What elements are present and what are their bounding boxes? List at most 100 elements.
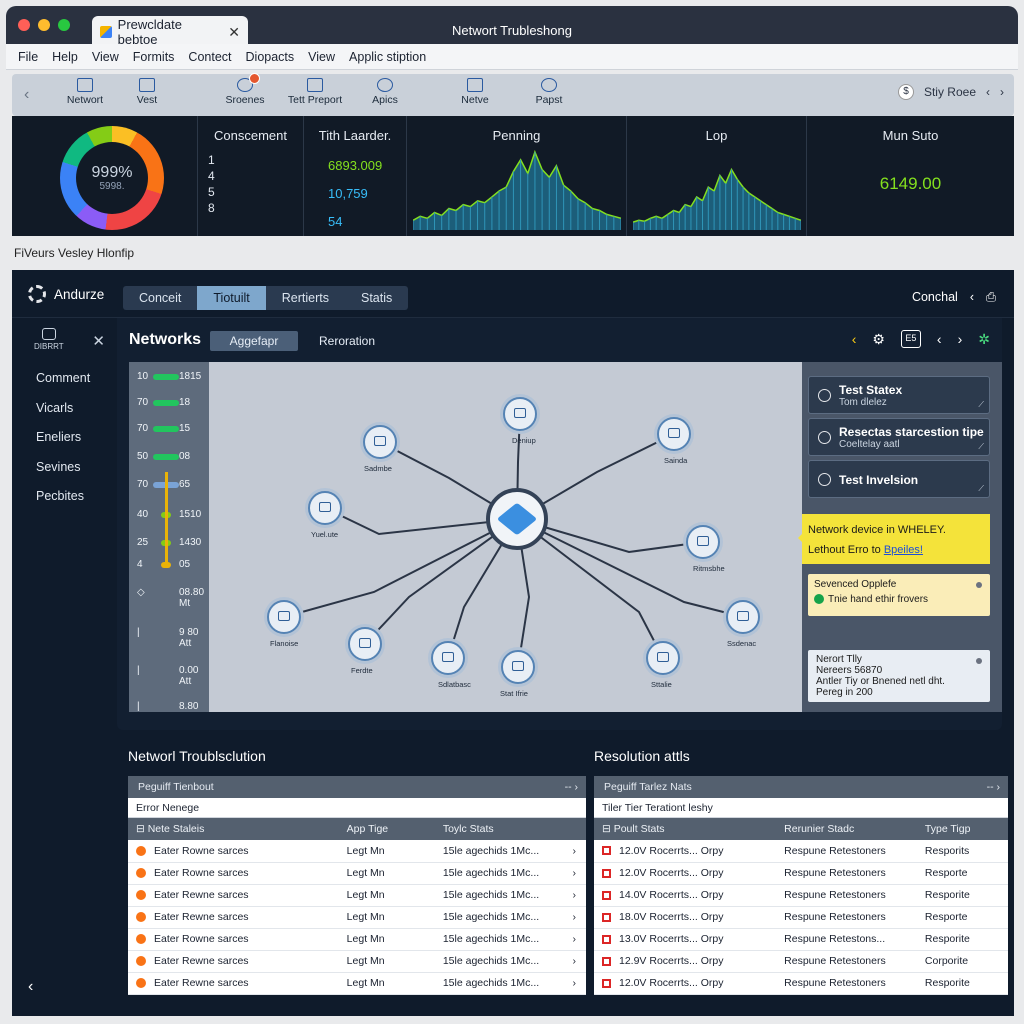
- toolbar-network-button[interactable]: Networt: [50, 78, 120, 106]
- column-header[interactable]: Toylc Stats: [434, 818, 586, 840]
- row-chevron-icon[interactable]: ›: [573, 933, 577, 945]
- menu-item-formits[interactable]: Formits: [133, 50, 175, 64]
- menu-item-file[interactable]: File: [18, 50, 38, 64]
- row-chevron-icon[interactable]: ›: [573, 845, 577, 857]
- next-chevron-icon[interactable]: ›: [1000, 85, 1004, 99]
- card-resectas[interactable]: Resectas starcestion tipe Coeltelay aatl ⟋: [808, 418, 990, 456]
- toolbar-netve-button[interactable]: Netve: [440, 78, 510, 106]
- next-chevron-icon[interactable]: ›: [958, 331, 963, 347]
- menu-item-diopacts[interactable]: Diopacts: [246, 50, 295, 64]
- toolbar-report-button[interactable]: Tett Preport: [280, 78, 350, 106]
- segment-rertierts[interactable]: Rertierts: [266, 286, 345, 310]
- chevron-left-icon[interactable]: ‹: [970, 290, 974, 305]
- toolbar-sroenes-button[interactable]: Sroenes: [210, 73, 280, 106]
- settings-icon[interactable]: ⚙: [872, 331, 885, 348]
- cell-text: Respune Retestoners: [784, 867, 886, 879]
- row-chevron-icon[interactable]: ›: [573, 977, 577, 989]
- menu-item-applic[interactable]: Applic stiption: [349, 50, 426, 64]
- header-conchal-link[interactable]: Conchal: [912, 290, 958, 305]
- bar-controls[interactable]: -- ›: [987, 776, 1000, 798]
- sidebar-item-pecbites[interactable]: Pecbites: [12, 482, 117, 512]
- row-chevron-icon[interactable]: ›: [573, 955, 577, 967]
- tab-reroration[interactable]: Reroration: [319, 334, 375, 348]
- table-row[interactable]: Eater Rewne sarces Legt Mn 15le agechids 1…: [128, 950, 586, 973]
- network-topology-canvas[interactable]: Deniup Sadmbe Sainda Yuel.ute Ritmsbhe Flanoi…: [209, 362, 802, 712]
- info-card[interactable]: Nerort Tlly Nereers 56870 Antler Tiy or …: [808, 650, 990, 702]
- table-row[interactable]: Eater Rewne sarces Legt Mn 15le agechids 1…: [128, 884, 586, 907]
- chevron-left-icon[interactable]: ‹: [852, 331, 857, 347]
- table-row[interactable]: Eater Rowne sarces Legt Mn 15le agechids 1…: [128, 862, 586, 885]
- column-header[interactable]: Type Tigp: [916, 818, 1008, 840]
- printer-icon[interactable]: ⎙: [986, 290, 996, 305]
- card-test-statex[interactable]: Test Statex Tom dlelez ⟋: [808, 376, 990, 414]
- network-node[interactable]: [363, 425, 397, 459]
- column-header[interactable]: Rerunier Stadc: [776, 818, 917, 840]
- segment-statis[interactable]: Statis: [345, 286, 408, 310]
- alert-link[interactable]: Bpeiles!: [884, 544, 923, 556]
- level-reading: 15: [179, 423, 191, 434]
- table-row[interactable]: 13.0V Rocerrts... Orpy Respune Retestons.…: [594, 928, 1008, 951]
- network-node[interactable]: [267, 600, 301, 634]
- row-chevron-icon[interactable]: ›: [573, 867, 577, 879]
- notification-card[interactable]: Sevenced Opplefe Tnie hand ethir frovers: [808, 574, 990, 616]
- troubleshoot-bar: Peguiff Tienbout -- ›: [128, 776, 586, 798]
- network-node[interactable]: [686, 525, 720, 559]
- central-hub-node[interactable]: [486, 488, 548, 550]
- network-node[interactable]: [431, 641, 465, 675]
- sidebar-item-sevines[interactable]: Sevines: [12, 453, 117, 483]
- toolbar-papst-button[interactable]: Papst: [514, 78, 584, 106]
- row-chevron-icon[interactable]: ›: [573, 911, 577, 923]
- menu-item-view[interactable]: View: [92, 50, 119, 64]
- network-node[interactable]: [348, 627, 382, 661]
- table-row[interactable]: 14.0V Rocerrts... Orpy Respune Retestoner…: [594, 884, 1008, 907]
- table-row[interactable]: 18.0V Rocerrts... Orpy Respune Retestoner…: [594, 906, 1008, 929]
- gear-icon[interactable]: ✲: [978, 331, 990, 348]
- cell-text: 15le agechids 1Mc...: [442, 977, 540, 989]
- prev-chevron-icon[interactable]: ‹: [937, 331, 942, 347]
- table-row[interactable]: Eater Rewne sarces Legt Mn 15le agechids 1…: [128, 906, 586, 929]
- table-row[interactable]: 12.0V Rocerrts... Orpy Respune Retestoner…: [594, 840, 1008, 863]
- collapse-chevron-icon[interactable]: ‹: [28, 978, 33, 996]
- segment-tiotuilt[interactable]: Tiotuilt: [197, 286, 266, 310]
- tab-aggefapr[interactable]: Aggefapr: [210, 331, 298, 351]
- menu-item-help[interactable]: Help: [52, 50, 78, 64]
- row-chevron-icon[interactable]: ›: [573, 889, 577, 901]
- table-row[interactable]: Eater Rowne sarces Legt Mn 15le agechids 1…: [128, 928, 586, 951]
- close-icon[interactable]: ✕: [92, 332, 105, 350]
- layout-box-icon[interactable]: E5: [900, 330, 921, 348]
- network-node[interactable]: [501, 650, 535, 684]
- bar-controls[interactable]: -- ›: [565, 776, 578, 798]
- table-row[interactable]: Eater Rowne sarces Legt Mn 15le agechids 1…: [128, 840, 586, 863]
- level-value: 50: [137, 451, 149, 462]
- prev-chevron-icon[interactable]: ‹: [986, 85, 990, 99]
- segment-conceit[interactable]: Conceit: [123, 286, 197, 310]
- column-header[interactable]: ⊟ Poult Stats: [594, 818, 777, 840]
- toolbar-vest-button[interactable]: Vest: [112, 78, 182, 106]
- table-row[interactable]: 12.9V Rocerrts... Orpy Respune Retestoner…: [594, 950, 1008, 973]
- toolbar-apics-button[interactable]: Apics: [350, 78, 420, 106]
- table-row[interactable]: Eater Rewne sarces Legt Mn 15le agechids 1…: [128, 972, 586, 995]
- level-reading: 1430: [179, 537, 202, 548]
- column-header[interactable]: App Tige: [338, 818, 435, 840]
- network-node[interactable]: [308, 491, 342, 525]
- notification-badge: [249, 73, 260, 84]
- card-test-invelsion[interactable]: Test Invelsion ⟋: [808, 460, 990, 498]
- network-node[interactable]: [657, 417, 691, 451]
- network-node[interactable]: [503, 397, 537, 431]
- sidebar-item-vicarls[interactable]: Vicarls: [12, 394, 117, 424]
- app-logo[interactable]: Andurze: [28, 285, 104, 303]
- collapse-icon: ⊟: [602, 823, 614, 835]
- menu-item-view-2[interactable]: View: [308, 50, 335, 64]
- user-name[interactable]: Stiy Roee: [924, 85, 976, 99]
- column-header[interactable]: ⊟ Nete Staleis: [128, 818, 339, 840]
- sidebar-item-eneliers[interactable]: Eneliers: [12, 423, 117, 453]
- sidebar-item-comment[interactable]: Comment: [12, 364, 117, 394]
- network-node[interactable]: [726, 600, 760, 634]
- menu-item-contect[interactable]: Contect: [188, 50, 231, 64]
- user-avatar-icon[interactable]: $: [897, 84, 914, 100]
- back-chevron-icon[interactable]: ‹: [24, 86, 29, 104]
- table-row[interactable]: 12.0V Rocerrts... Orpy Respune Retestoner…: [594, 862, 1008, 885]
- toolbar-label: Papst: [535, 94, 563, 106]
- network-node[interactable]: [646, 641, 680, 675]
- table-row[interactable]: 12.0V Rocerrts... Orpy Respune Retestoner…: [594, 972, 1008, 995]
